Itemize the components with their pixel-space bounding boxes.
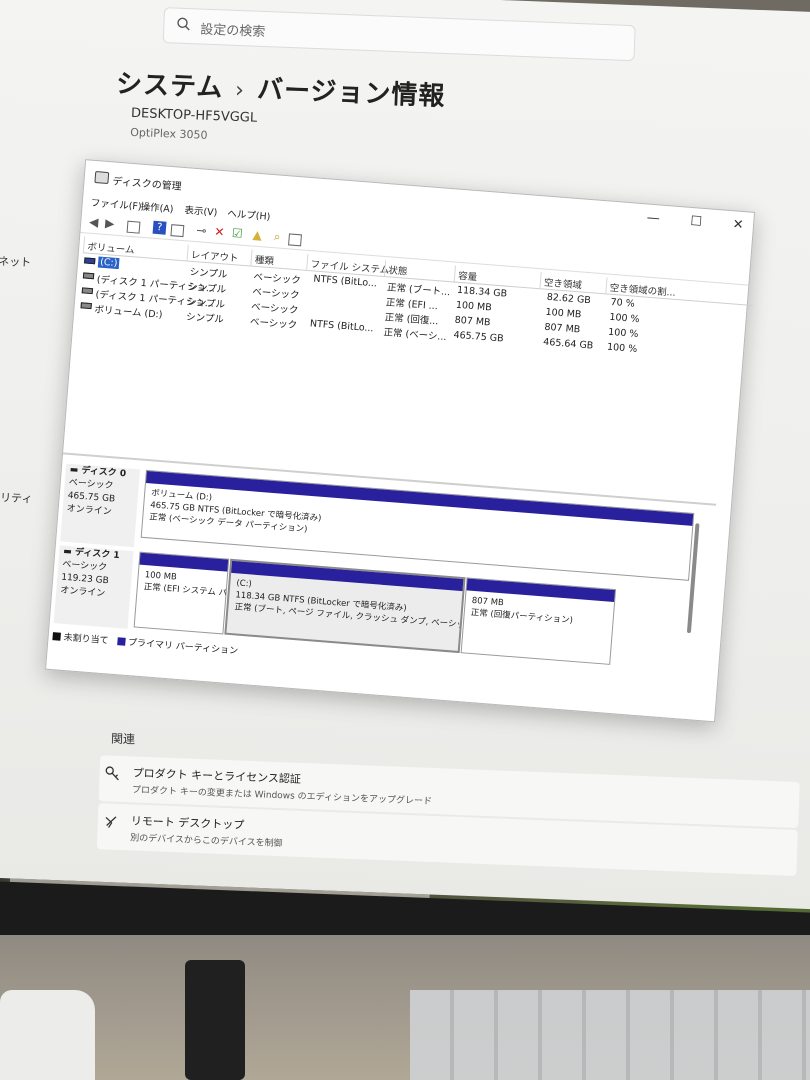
breadcrumb: システム › バージョン情報: [115, 63, 446, 113]
close-button[interactable]: ✕: [722, 216, 753, 236]
disk-state: オンライン: [66, 503, 112, 518]
related-heading: 関連: [110, 731, 136, 747]
cell-capacity: 100 MB: [455, 299, 493, 314]
remote-desktop-icon: [105, 816, 117, 828]
partition-recovery[interactable]: 807 MB 正常 (回復パーティション): [460, 577, 617, 665]
menu-file[interactable]: ファイル(F): [90, 195, 142, 213]
cell-filesystem: NTFS (BitLo...: [309, 318, 374, 335]
minimize-button[interactable]: —: [638, 210, 669, 230]
disk-size: 465.75 GB: [67, 490, 116, 505]
disk-icon: [84, 257, 96, 265]
cell-type: ベーシック: [249, 316, 298, 332]
disk-0-label[interactable]: ▬ ディスク 0 ベーシック 465.75 GB オンライン: [60, 463, 141, 548]
disk-name: ディスク 1: [74, 547, 120, 562]
cell-capacity: 807 MB: [454, 314, 491, 329]
console-tree-icon[interactable]: [126, 220, 141, 234]
cell-volume: (C:): [97, 256, 120, 270]
cell-free: 100 MB: [545, 306, 582, 321]
page-title: バージョン情報: [256, 74, 446, 112]
disk-management-app-icon: [94, 170, 110, 185]
col-capacity[interactable]: 容量: [458, 268, 478, 283]
check-icon[interactable]: ☑: [230, 226, 244, 241]
menu-help[interactable]: ヘルプ(H): [227, 206, 271, 223]
disk-icon: [81, 287, 94, 295]
related-item-title: リモート デスクトップ: [130, 814, 245, 832]
back-arrow-icon[interactable]: ◀: [87, 215, 101, 230]
disk-state: オンライン: [59, 585, 106, 600]
col-status[interactable]: 状態: [388, 262, 408, 277]
cell-layout: シンプル: [185, 311, 225, 326]
settings-search-input[interactable]: 設定の検索: [162, 7, 636, 62]
monitor-stand: [185, 960, 245, 1080]
disk-kind: ベーシック: [61, 559, 108, 574]
col-type[interactable]: 種類: [254, 252, 274, 267]
partition-efi[interactable]: 100 MB 正常 (EFI システム パ: [133, 551, 230, 635]
menu-view[interactable]: 表示(V): [184, 202, 218, 219]
disk-kind: ベーシック: [68, 477, 114, 492]
cell-status: 正常 (ベーシ...: [383, 327, 447, 344]
window-title: ディスクの管理: [112, 176, 183, 193]
search-placeholder: 設定の検索: [199, 22, 266, 40]
partition-c[interactable]: (C:) 118.34 GB NTFS (BitLocker で暗号化済み) 正…: [224, 558, 466, 654]
key-icon: [105, 766, 119, 781]
cell-volume: ボリューム (D:): [93, 304, 163, 321]
folder-up-icon[interactable]: ▲: [250, 228, 264, 243]
col-free[interactable]: 空き領域: [543, 275, 582, 292]
properties-icon[interactable]: [170, 224, 185, 238]
partition-status: 正常 (EFI システム パ: [143, 582, 228, 599]
partition-title: (C:): [235, 578, 253, 590]
forward-arrow-icon[interactable]: ▶: [103, 216, 117, 231]
cell-capacity: 465.75 GB: [453, 329, 504, 345]
cell-free: 807 MB: [543, 321, 581, 336]
help-icon[interactable]: ?: [152, 220, 167, 235]
disk-graphical-view: ▬ ディスク 0 ベーシック 465.75 GB オンライン ボリューム (D:…: [51, 458, 725, 709]
cell-free: 82.62 GB: [546, 291, 592, 307]
delete-icon[interactable]: ✕: [212, 225, 226, 240]
maximize-button[interactable]: ☐: [680, 213, 711, 233]
cell-free-pct: 100 %: [607, 326, 639, 341]
device-model: OptiPlex 3050: [130, 125, 208, 142]
search-folder-icon[interactable]: ⌕: [270, 229, 284, 244]
storage-rack: [410, 990, 810, 1080]
disk-icon: [80, 302, 92, 310]
disk-management-window: ディスクの管理 — ☐ ✕ ファイル(F) 操作(A) 表示(V) ヘルプ(H)…: [45, 159, 756, 723]
search-icon: [177, 17, 190, 31]
sidebar-item[interactable]: キュリティ: [0, 488, 33, 506]
breadcrumb-parent[interactable]: システム: [116, 69, 224, 103]
cell-free-pct: 100 %: [606, 341, 638, 356]
monitor-screen: 設定の検索 システム › バージョン情報 DESKTOP-HF5VGGL OptiP…: [0, 0, 810, 918]
chevron-right-icon: ›: [234, 77, 246, 104]
mouse-cursor: [489, 247, 501, 260]
connect-icon[interactable]: ⊸: [194, 223, 208, 238]
disk-1-label[interactable]: ▬ ディスク 1 ベーシック 119.23 GB オンライン: [53, 545, 134, 629]
cell-free-pct: 70 %: [610, 296, 636, 310]
partition-status: 正常 (回復パーティション): [470, 607, 574, 626]
view-icon[interactable]: [288, 233, 302, 247]
legend-unallocated-swatch: [52, 632, 61, 641]
sidebar-item[interactable]: ーネット: [0, 252, 32, 270]
disk-size: 119.23 GB: [60, 572, 110, 587]
partition-size: 807 MB: [471, 595, 505, 609]
disk-name: ディスク 0: [80, 465, 127, 480]
legend-primary-swatch: [116, 637, 126, 646]
partition-size: 100 MB: [144, 570, 178, 583]
cell-free-pct: 100 %: [608, 311, 640, 326]
menu-action[interactable]: 操作(A): [140, 199, 174, 216]
disk-icon: [82, 272, 95, 280]
cell-free: 465.64 GB: [542, 336, 594, 352]
white-object: [0, 990, 95, 1080]
device-name: DESKTOP-HF5VGGL: [130, 105, 258, 126]
